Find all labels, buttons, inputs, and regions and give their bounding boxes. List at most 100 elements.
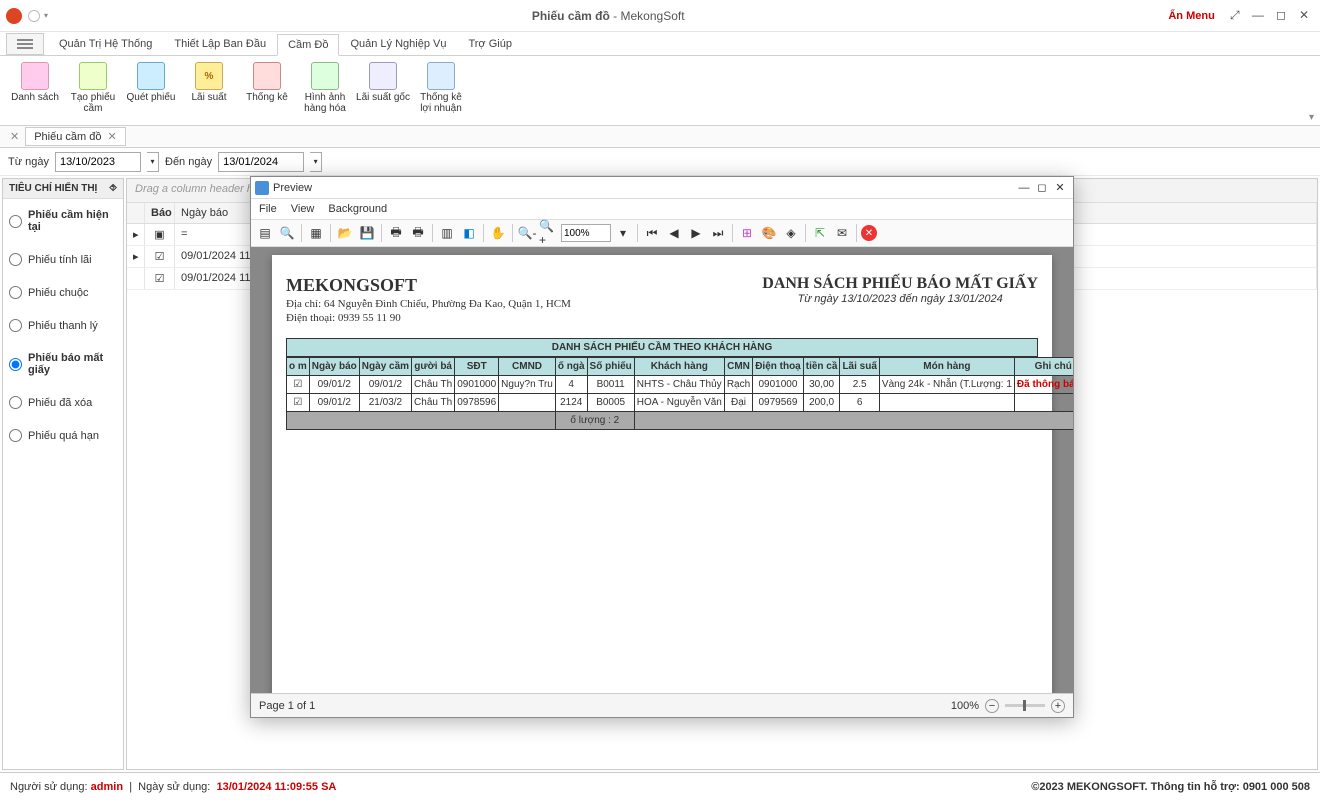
hand-icon[interactable]: ✋: [488, 223, 508, 243]
sidebar-header: TIÊU CHÍ HIỂN THỊ⯑: [3, 179, 123, 199]
opt-phieu-da-xoa[interactable]: Phiếu đã xóa: [3, 386, 123, 419]
preview-titlebar[interactable]: Preview — ◻ ✕: [251, 177, 1073, 199]
tab-quan-tri[interactable]: Quản Trị Hệ Thống: [48, 33, 163, 55]
company-address: Địa chỉ: 64 Nguyễn Đình Chiểu, Phường Đa…: [286, 298, 571, 310]
prev-page-icon[interactable]: ◀: [664, 223, 684, 243]
tab-tro-giup[interactable]: Trợ Giúp: [457, 33, 522, 55]
to-date-input[interactable]: [218, 152, 304, 172]
maximize-icon[interactable]: ◻: [1271, 8, 1291, 22]
tab-thiet-lap[interactable]: Thiết Lập Ban Đầu: [163, 33, 277, 55]
qat-dropdown[interactable]: [28, 10, 40, 22]
tab-close-icon[interactable]: ✕: [107, 130, 116, 143]
from-date-label: Từ ngày: [8, 156, 49, 168]
report-page: MEKONGSOFT Địa chỉ: 64 Nguyễn Đình Chiểu…: [272, 255, 1052, 693]
close-preview-icon[interactable]: ✕: [861, 225, 877, 241]
pin-icon[interactable]: ⯑: [109, 183, 117, 194]
titlebar: ▾ Phiếu cầm đồ - MekongSoft Ẩn Menu ⤢ — …: [0, 0, 1320, 32]
next-page-icon[interactable]: ▶: [686, 223, 706, 243]
page-setup-icon[interactable]: ▥: [437, 223, 457, 243]
scale-icon[interactable]: ◧: [459, 223, 479, 243]
zoom-in-icon[interactable]: 🔍+: [539, 223, 559, 243]
btn-lai-suat[interactable]: %Lãi suất: [180, 60, 238, 105]
zoom-out-icon[interactable]: 🔍-: [517, 223, 537, 243]
zoom-slider[interactable]: [1005, 704, 1045, 707]
user-label: Người sử dụng:: [10, 781, 88, 793]
zoom-minus-icon[interactable]: −: [985, 699, 999, 713]
open-icon[interactable]: 📂: [335, 223, 355, 243]
copyright: ©2023 MEKONGSOFT. Thông tin hỗ trợ: 0901…: [1031, 781, 1310, 793]
watermark-icon[interactable]: ◈: [781, 223, 801, 243]
preview-body[interactable]: MEKONGSOFT Địa chỉ: 64 Nguyễn Đình Chiểu…: [251, 247, 1073, 693]
preview-window: Preview — ◻ ✕ File View Background ▤ 🔍 ▦…: [250, 176, 1074, 718]
save-icon[interactable]: 💾: [357, 223, 377, 243]
btn-danh-sach[interactable]: Danh sách: [6, 60, 64, 105]
email-icon[interactable]: ✉: [832, 223, 852, 243]
menu-view[interactable]: View: [291, 203, 315, 215]
opt-phieu-hien-tai[interactable]: Phiếu cầm hiện tại: [3, 199, 123, 243]
btn-thong-ke-ln[interactable]: Thống kê lợi nhuận: [412, 60, 470, 116]
ribbon-collapse-icon[interactable]: ⤢: [1225, 8, 1245, 23]
preview-close-icon[interactable]: ✕: [1051, 181, 1069, 194]
btn-thong-ke[interactable]: Thống kê: [238, 60, 296, 105]
doc-map-icon[interactable]: ▤: [255, 223, 275, 243]
document-tabs: ✕ Phiếu cầm đồ✕: [0, 126, 1320, 148]
window-title: Phiếu cầm đồ - MekongSoft: [48, 9, 1168, 23]
quick-print-icon[interactable]: 🖶: [408, 223, 428, 243]
btn-hinh-anh[interactable]: Hình ảnh hàng hóa: [296, 60, 354, 116]
ribbon-tabs: Quản Trị Hệ Thống Thiết Lập Ban Đầu Cầm …: [0, 32, 1320, 56]
zoom-plus-icon[interactable]: +: [1051, 699, 1065, 713]
zoom-dropdown-icon[interactable]: ▾: [613, 223, 633, 243]
file-menu-button[interactable]: [6, 33, 44, 55]
tab-cam-do[interactable]: Cầm Đồ: [277, 34, 339, 56]
user-value: admin: [91, 781, 123, 793]
doc-tab-phieu-cam-do[interactable]: Phiếu cầm đồ✕: [25, 127, 125, 146]
ribbon: Danh sách Tạo phiếu cầm Quét phiếu %Lãi …: [0, 56, 1320, 126]
preview-maximize-icon[interactable]: ◻: [1033, 181, 1051, 194]
report-title: DANH SÁCH PHIẾU BÁO MẤT GIẤY: [762, 275, 1038, 293]
multipage-icon[interactable]: ⊞: [737, 223, 757, 243]
report-row: ☑09/01/209/01/2Châu Th0901000Nguy?n Tru4…: [287, 376, 1074, 394]
criteria-sidebar: TIÊU CHÍ HIỂN THỊ⯑ Phiếu cầm hiện tại Ph…: [2, 178, 124, 770]
report-summary-row: ố lượng : 2: [287, 412, 1074, 430]
minimize-icon[interactable]: —: [1248, 8, 1268, 22]
export-icon[interactable]: ⇱: [810, 223, 830, 243]
menu-background[interactable]: Background: [328, 203, 387, 215]
close-icon[interactable]: ✕: [1294, 8, 1314, 22]
hide-menu-link[interactable]: Ẩn Menu: [1168, 10, 1214, 22]
menu-file[interactable]: File: [259, 203, 277, 215]
from-date-input[interactable]: [55, 152, 141, 172]
zoom-input[interactable]: [561, 224, 611, 242]
first-page-icon[interactable]: ⏮: [642, 223, 662, 243]
print-icon[interactable]: 🖶: [386, 223, 406, 243]
date-value: 13/01/2024 11:09:55 SA: [216, 781, 336, 793]
preview-statusbar: Page 1 of 1 100% − +: [251, 693, 1073, 717]
to-date-dropdown-icon[interactable]: ▾: [310, 152, 322, 172]
zoom-pct: 100%: [951, 700, 979, 712]
last-page-icon[interactable]: ⏭: [708, 223, 728, 243]
report-table: o mNgày báoNgày cầmgười báSĐTCMNDố ngàSố…: [286, 357, 1073, 430]
col-bao-mat[interactable]: Báo mất: [145, 203, 175, 223]
btn-lai-suat-goc[interactable]: Lãi suất gốc: [354, 60, 412, 105]
search-icon[interactable]: 🔍: [277, 223, 297, 243]
app-logo-icon: [6, 8, 22, 24]
ribbon-expand-icon[interactable]: ▾: [1309, 112, 1314, 123]
btn-tao-phieu[interactable]: Tạo phiếu cầm: [64, 60, 122, 116]
thumbnails-icon[interactable]: ▦: [306, 223, 326, 243]
color-icon[interactable]: 🎨: [759, 223, 779, 243]
report-row: ☑09/01/221/03/2Châu Th09785962124B0005HO…: [287, 394, 1074, 412]
opt-phieu-chuoc[interactable]: Phiếu chuộc: [3, 276, 123, 309]
opt-phieu-qua-han[interactable]: Phiếu quá hạn: [3, 419, 123, 452]
opt-phieu-bao-mat[interactable]: Phiếu báo mất giấy: [3, 342, 123, 386]
company-name: MEKONGSOFT: [286, 275, 571, 296]
preview-toolbar: ▤ 🔍 ▦ 📂 💾 🖶 🖶 ▥ ◧ ✋ 🔍- 🔍+ ▾ ⏮ ◀ ▶ ⏭: [251, 219, 1073, 247]
opt-phieu-tinh-lai[interactable]: Phiếu tính lãi: [3, 243, 123, 276]
status-bar: Người sử dụng: admin | Ngày sử dụng: 13/…: [0, 772, 1320, 800]
from-date-dropdown-icon[interactable]: ▾: [147, 152, 159, 172]
opt-phieu-thanh-ly[interactable]: Phiếu thanh lý: [3, 309, 123, 342]
btn-quet-phieu[interactable]: Quét phiếu: [122, 60, 180, 105]
report-section: DANH SÁCH PHIẾU CẦM THEO KHÁCH HÀNG: [286, 338, 1038, 357]
close-all-tabs-icon[interactable]: ✕: [4, 130, 25, 143]
preview-minimize-icon[interactable]: —: [1015, 182, 1033, 194]
tab-quan-ly[interactable]: Quản Lý Nghiệp Vụ: [339, 33, 457, 55]
filter-bar: Từ ngày ▾ Đến ngày ▾: [0, 148, 1320, 176]
